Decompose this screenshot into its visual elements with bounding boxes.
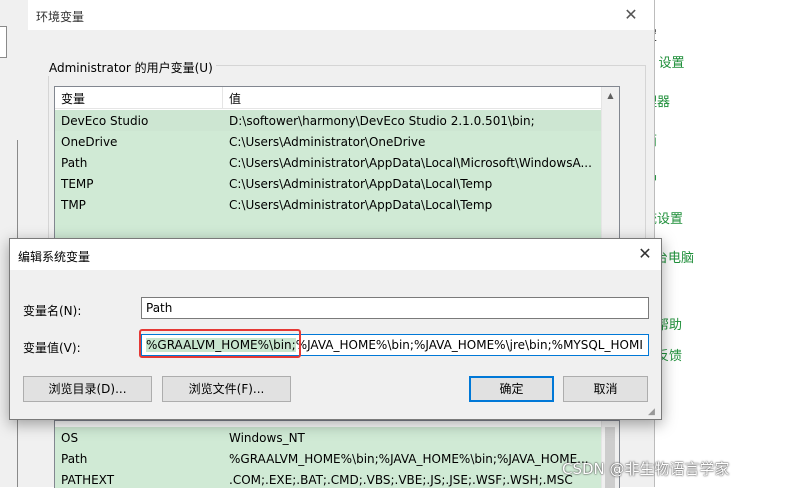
window-title: 环境变量 (36, 10, 85, 24)
scroll-up-icon[interactable]: ▲ (602, 87, 619, 104)
close-icon[interactable]: ✕ (634, 243, 656, 265)
variable-name-value: Path (146, 301, 173, 315)
value-remaining-part: %JAVA_HOME%\bin;%JAVA_HOME%\jre\bin;%MYS… (295, 338, 643, 352)
variable-value: C:\Users\Administrator\AppData\Local\Mic… (229, 156, 592, 170)
user-variables-label: Administrator 的用户变量(U) (46, 59, 216, 76)
column-header-value[interactable]: 值 (229, 90, 241, 107)
table-row[interactable]: DevEco Studio D:\softower\harmony\DevEco… (55, 110, 601, 131)
table-row[interactable]: Path C:\Users\Administrator\AppData\Loca… (55, 152, 601, 173)
variable-value: C:\Users\Administrator\OneDrive (229, 135, 426, 149)
variable-name: OS (61, 431, 79, 445)
resize-grip-icon[interactable]: ◢ (648, 407, 655, 417)
vertical-scrollbar[interactable]: ▲ (601, 87, 619, 247)
variable-name-field[interactable]: Path (141, 297, 649, 319)
variable-value: %GRAALVM_HOME%\bin;%JAVA_HOME%\bin;%JAVA… (229, 452, 589, 466)
variable-name: PATHEXT (61, 473, 115, 487)
edit-system-variable-dialog: 编辑系统变量 ✕ 变量名(N): Path 变量值(V): %GRAALVM_H… (9, 238, 662, 420)
variable-name: OneDrive (61, 135, 118, 149)
table-row[interactable]: PATHEXT .COM;.EXE;.BAT;.CMD;.VBS;.VBE;.J… (55, 469, 601, 488)
variable-name: Path (61, 156, 88, 170)
background-window-control (0, 26, 7, 58)
table-row[interactable]: TMP C:\Users\Administrator\AppData\Local… (55, 194, 601, 215)
column-separator[interactable] (222, 87, 223, 108)
variable-name: TEMP (61, 177, 94, 191)
variable-value: C:\Users\Administrator\AppData\Local\Tem… (229, 177, 493, 191)
variable-name-label: 变量名(N): (23, 304, 82, 318)
variable-value: C:\Users\Administrator\AppData\Local\Tem… (229, 198, 493, 212)
user-variables-list[interactable]: 变量 值 DevEco Studio D:\softower\harmony\D… (54, 86, 620, 248)
column-header-variable[interactable]: 变量 (61, 90, 85, 107)
ok-button[interactable]: 确定 (469, 376, 554, 402)
dialog-titlebar: 编辑系统变量 ✕ (10, 239, 661, 270)
table-row[interactable]: OneDrive C:\Users\Administrator\OneDrive (55, 131, 601, 152)
variable-name: Path (61, 452, 88, 466)
dialog-title: 编辑系统变量 (18, 250, 91, 264)
system-variables-list[interactable]: OS Windows_NT Path %GRAALVM_HOME%\bin;%J… (54, 420, 620, 488)
red-highlight-box (139, 329, 301, 358)
table-row[interactable]: OS Windows_NT (55, 427, 601, 448)
variable-value: .COM;.EXE;.BAT;.CMD;.VBS;.VBE;.JS;.JSE;.… (229, 473, 573, 487)
variable-value: Windows_NT (229, 431, 305, 445)
variable-value: D:\softower\harmony\DevEco Studio 2.1.0.… (229, 114, 535, 128)
watermark: CSDN @非生物语言学家 (562, 460, 730, 478)
variable-name: TMP (61, 198, 86, 212)
table-row[interactable]: TEMP C:\Users\Administrator\AppData\Loca… (55, 173, 601, 194)
close-icon[interactable]: ✕ (620, 4, 642, 26)
window-titlebar: 环境变量 ✕ (28, 0, 654, 30)
browse-directory-button[interactable]: 浏览目录(D)... (23, 376, 152, 402)
table-row[interactable]: Path %GRAALVM_HOME%\bin;%JAVA_HOME%\bin;… (55, 448, 601, 469)
cancel-button[interactable]: 取消 (563, 376, 648, 402)
browse-file-button[interactable]: 浏览文件(F)... (162, 376, 291, 402)
variable-name: DevEco Studio (61, 114, 149, 128)
variable-value-label: 变量值(V): (23, 341, 81, 355)
list-header: 变量 值 (55, 87, 619, 109)
